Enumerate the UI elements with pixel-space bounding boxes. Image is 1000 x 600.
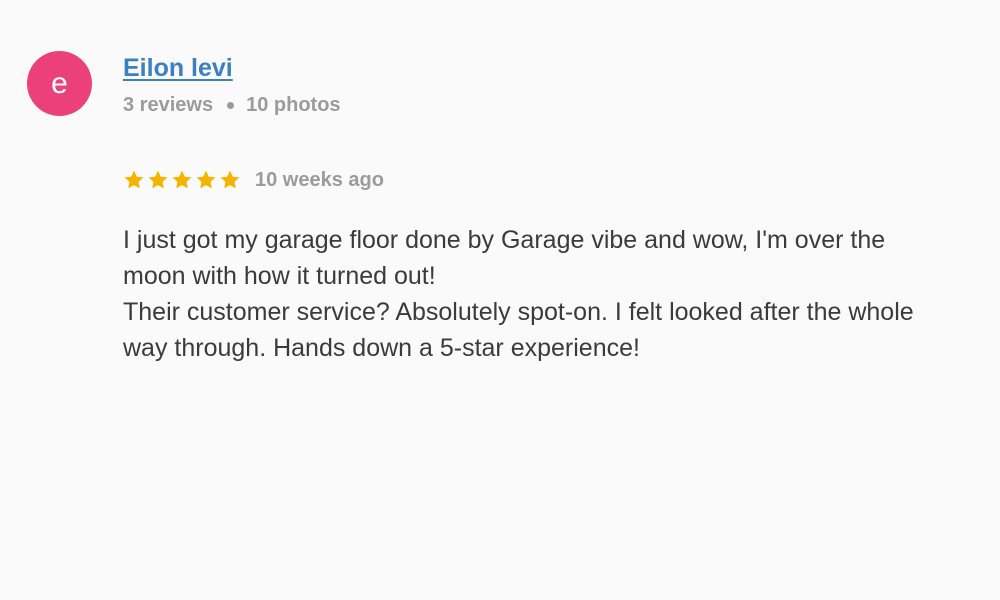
author-meta: 3 reviews 10 photos <box>123 92 341 118</box>
avatar-initial: e <box>51 66 68 100</box>
review-card: e Eilon levi 3 reviews 10 photos 10 week… <box>0 0 1000 600</box>
review-paragraph: Their customer service? Absolutely spot-… <box>123 298 914 362</box>
author-name-link[interactable]: Eilon levi <box>123 52 341 84</box>
star-icon <box>148 170 168 189</box>
star-icon <box>124 170 144 189</box>
photo-count: 10 photos <box>246 94 341 116</box>
author-block: Eilon levi 3 reviews 10 photos <box>123 52 341 118</box>
star-rating <box>123 169 241 191</box>
star-icon <box>220 170 240 189</box>
rating-row: 10 weeks ago <box>123 166 384 194</box>
avatar[interactable]: e <box>27 51 92 116</box>
review-time: 10 weeks ago <box>255 169 384 191</box>
review-text: I just got my garage floor done by Garag… <box>123 222 923 366</box>
star-icon <box>172 170 192 189</box>
separator-dot-icon <box>227 101 235 109</box>
star-icon <box>196 170 216 189</box>
review-count: 3 reviews <box>123 94 214 116</box>
review-paragraph: I just got my garage floor done by Garag… <box>123 226 886 290</box>
